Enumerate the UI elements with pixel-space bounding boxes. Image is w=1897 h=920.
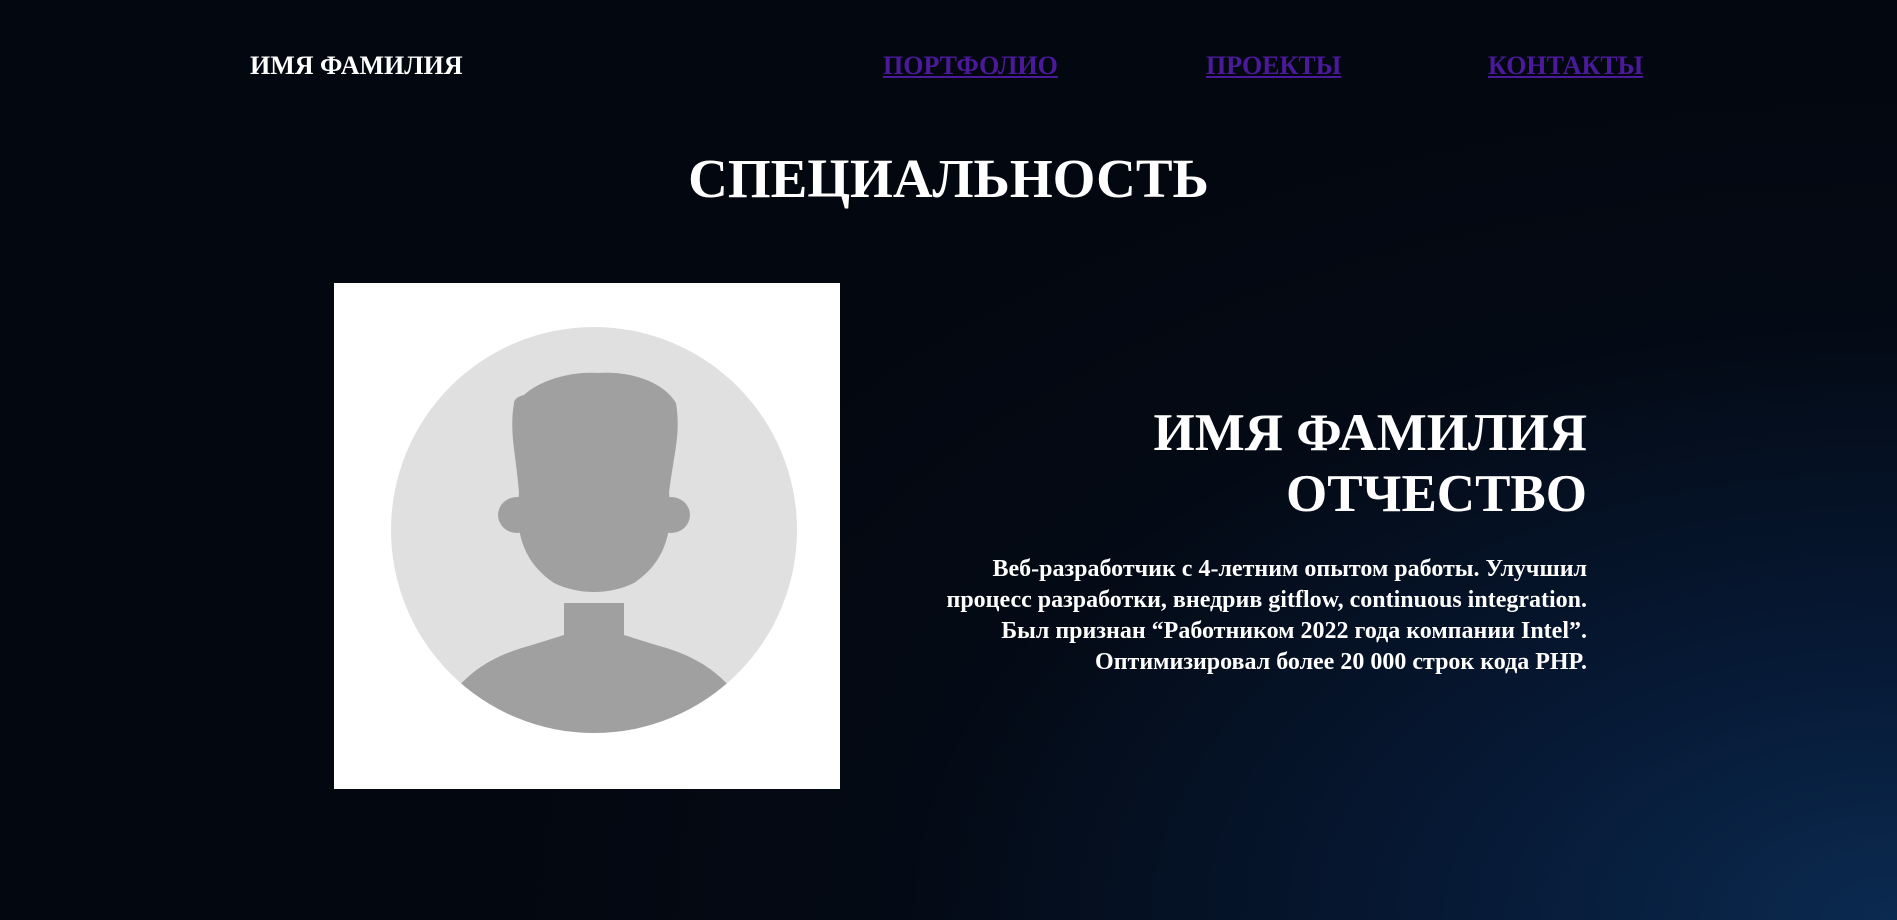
person-name-line2: ОТЧЕСТВО <box>1285 465 1587 523</box>
nav-link-portfolio[interactable]: ПОРТФОЛИО <box>883 50 1058 82</box>
site-logo[interactable]: ИМЯ ФАМИЛИЯ <box>250 50 463 82</box>
nav-link-contacts[interactable]: КОНТАКТЫ <box>1488 50 1643 82</box>
profile-photo <box>334 283 840 789</box>
person-name-line1: ИМЯ ФАМИЛИЯ <box>1153 404 1587 462</box>
page-title: СПЕЦИАЛЬНОСТЬ <box>688 148 1209 209</box>
description-line: Был признан “Работником 2022 года компан… <box>1001 618 1587 644</box>
person-name: ИМЯ ФАМИЛИЯ ОТЧЕСТВО <box>860 403 1587 525</box>
user-placeholder-icon <box>391 327 797 733</box>
description-line: процесс разработки, внедрив gitflow, con… <box>946 587 1588 613</box>
profile-bio: ИМЯ ФАМИЛИЯ ОТЧЕСТВО Веб-разработчик с 4… <box>860 403 1588 678</box>
description-line: Веб-разработчик с 4-летним опытом работы… <box>992 556 1587 582</box>
nav-link-projects[interactable]: ПРОЕКТЫ <box>1206 50 1341 82</box>
description-line: Оптимизировал более 20 000 строк кода PH… <box>1095 649 1587 675</box>
person-description: Веб-разработчик с 4-летним опытом работы… <box>860 554 1588 678</box>
